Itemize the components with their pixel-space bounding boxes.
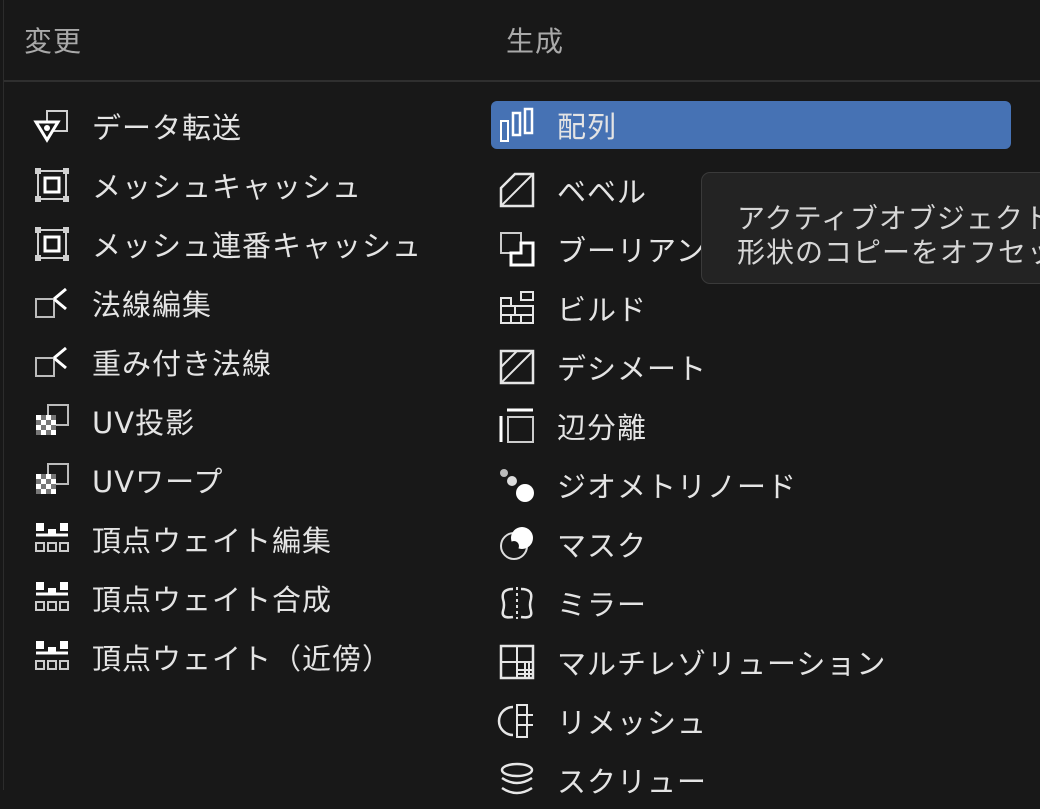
menu-item-geometry-nodes[interactable]: ジオメトリノード	[491, 455, 1021, 514]
category-generate-header: 生成	[506, 25, 565, 58]
menu-item-label: スクリュー	[557, 764, 708, 799]
menu-item-array[interactable]: 配列	[491, 101, 1011, 149]
menu-item-mesh-cache[interactable]: メッシュキャッシュ	[26, 155, 466, 214]
menu-header: 変更 生成	[4, 0, 1040, 82]
menu-item-label: メッシュキャッシュ	[92, 169, 363, 204]
mesh-sequence-cache-icon	[30, 222, 74, 266]
uv-project-icon	[30, 399, 74, 443]
menu-item-weighted-normal[interactable]: 重み付き法線	[26, 332, 466, 391]
vertex-weight-proximity-icon	[30, 635, 74, 679]
menu-item-mesh-sequence-cache[interactable]: メッシュ連番キャッシュ	[26, 214, 466, 273]
menu-item-label: メッシュ連番キャッシュ	[92, 228, 423, 263]
menu-item-label: データ転送	[92, 110, 243, 145]
weighted-normal-icon	[30, 340, 74, 384]
bevel-icon	[495, 168, 539, 212]
mirror-icon	[495, 581, 539, 625]
menu-item-label: ブーリアン	[557, 233, 706, 268]
mesh-cache-icon	[30, 163, 74, 207]
menu-item-label: 頂点ウェイト編集	[92, 523, 333, 558]
data-transfer-icon	[30, 104, 74, 148]
menu-item-label: ビルド	[557, 292, 648, 327]
mask-icon	[495, 522, 539, 566]
menu-item-label: デシメート	[557, 351, 708, 386]
menu-item-label: UV投影	[92, 405, 196, 440]
menu-item-mask[interactable]: マスク	[491, 514, 1021, 573]
normal-edit-icon	[30, 281, 74, 325]
menu-item-label: マルチレゾリューション	[557, 646, 887, 681]
array-icon	[495, 103, 539, 147]
menu-item-label: ミラー	[557, 587, 648, 622]
menu-item-label: ジオメトリノード	[557, 469, 798, 504]
menu-item-label: リメッシュ	[557, 705, 708, 740]
add-modifier-menu: 変更 生成 データ転送 メッシュキャッシュ メッシュ連番キャッシュ 法線編集 重…	[3, 0, 1040, 799]
decimate-icon	[495, 345, 539, 389]
menu-item-build[interactable]: ビルド	[491, 278, 1021, 337]
boolean-icon	[495, 227, 539, 271]
menu-item-label: 辺分離	[557, 410, 648, 445]
uv-warp-icon	[30, 458, 74, 502]
menu-item-uv-warp[interactable]: UVワープ	[26, 450, 466, 509]
menu-item-decimate[interactable]: デシメート	[491, 337, 1021, 396]
multiresolution-icon	[495, 640, 539, 684]
menu-item-edge-split[interactable]: 辺分離	[491, 396, 1021, 455]
menu-item-remesh[interactable]: リメッシュ	[491, 691, 1021, 750]
tooltip-line-2: 形状のコピーをオフセッ	[737, 236, 1040, 269]
menu-item-uv-project[interactable]: UV投影	[26, 391, 466, 450]
tooltip: アクティブオブジェクト 形状のコピーをオフセッ	[701, 172, 1040, 284]
menu-item-screw[interactable]: スクリュー	[491, 750, 1021, 809]
menu-item-label: 配列	[557, 110, 618, 144]
menu-item-vertex-weight-edit[interactable]: 頂点ウェイト編集	[26, 509, 466, 568]
menu-item-label: 頂点ウェイト合成	[92, 582, 333, 617]
menu-item-vertex-weight-mix[interactable]: 頂点ウェイト合成	[26, 568, 466, 627]
menu-item-data-transfer[interactable]: データ転送	[26, 96, 466, 155]
screw-icon	[495, 758, 539, 802]
vertex-weight-mix-icon	[30, 576, 74, 620]
menu-item-label: マスク	[557, 528, 648, 563]
menu-item-mirror[interactable]: ミラー	[491, 573, 1021, 632]
menu-item-label: UVワープ	[92, 464, 224, 499]
menu-item-normal-edit[interactable]: 法線編集	[26, 273, 466, 332]
build-icon	[495, 286, 539, 330]
menu-item-label: 重み付き法線	[92, 346, 273, 381]
category-edit-header: 変更	[24, 25, 83, 58]
menu-item-label: 頂点ウェイト（近傍）	[92, 641, 393, 676]
geometry-nodes-icon	[495, 463, 539, 507]
edit-column: データ転送 メッシュキャッシュ メッシュ連番キャッシュ 法線編集 重み付き法線	[26, 96, 466, 686]
vertex-weight-edit-icon	[30, 517, 74, 561]
menu-item-multiresolution[interactable]: マルチレゾリューション	[491, 632, 1021, 691]
menu-item-label: ベベル	[557, 174, 648, 209]
menu-item-vertex-weight-proximity[interactable]: 頂点ウェイト（近傍）	[26, 627, 466, 686]
edge-split-icon	[495, 404, 539, 448]
menu-item-label: 法線編集	[92, 287, 213, 322]
remesh-icon	[495, 699, 539, 743]
